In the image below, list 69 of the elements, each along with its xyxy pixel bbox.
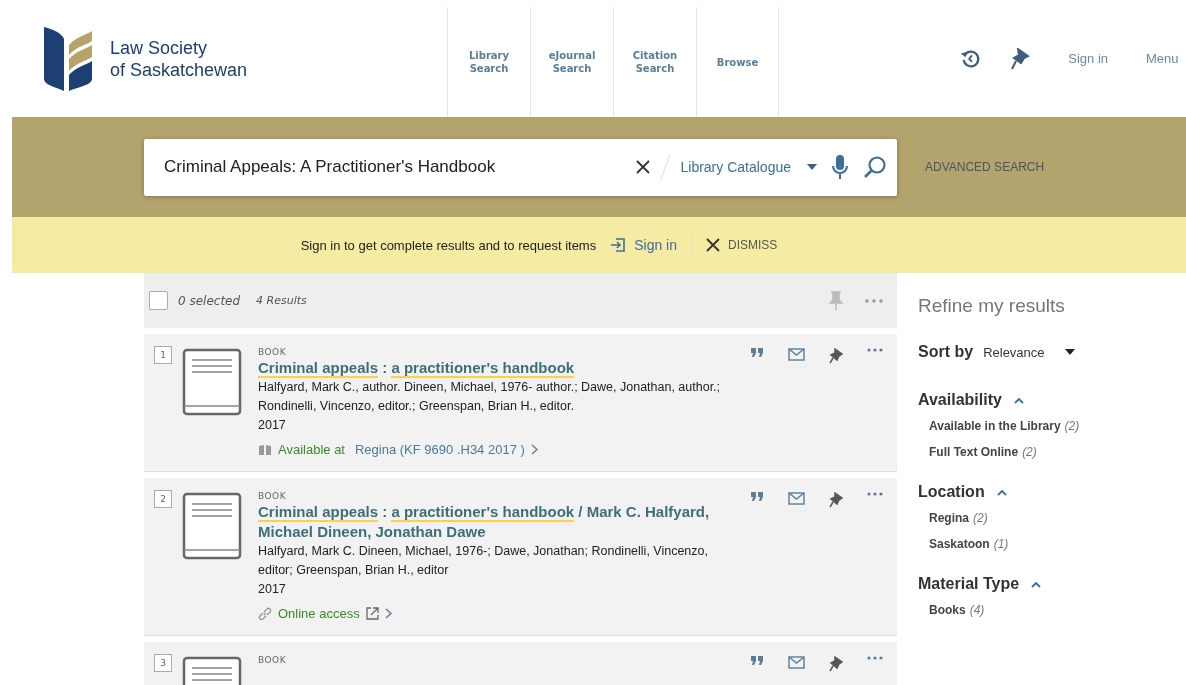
chevron-up-icon bbox=[1013, 396, 1024, 404]
more-icon[interactable] bbox=[867, 348, 883, 352]
email-icon[interactable] bbox=[788, 348, 805, 361]
pin-icon[interactable] bbox=[829, 656, 843, 672]
result-number: 3 bbox=[154, 654, 172, 672]
dismiss-button[interactable]: DISMISS bbox=[706, 238, 778, 252]
pin-icon[interactable] bbox=[829, 492, 843, 508]
more-icon[interactable] bbox=[867, 492, 883, 496]
pin-icon[interactable] bbox=[1010, 47, 1031, 70]
publication-year: 2017 bbox=[258, 581, 287, 598]
result-title-link[interactable]: Criminal appeals : a practitioner's handbook bbox=[258, 358, 741, 378]
chevron-up-icon bbox=[996, 488, 1007, 496]
material-type: BOOK bbox=[258, 346, 288, 358]
result-title-link[interactable]: Criminal appeals : a practitioner's handbook / Mark C. Halfyard, Michael Dineen, Jonathan Dawe bbox=[258, 502, 741, 542]
clear-icon[interactable] bbox=[635, 159, 652, 175]
more-icon[interactable] bbox=[867, 656, 883, 660]
pin-icon[interactable] bbox=[829, 348, 843, 364]
close-icon bbox=[706, 238, 720, 252]
organization-name: Law Society of Saskatchewan bbox=[110, 36, 248, 81]
publication-year: 2017 bbox=[258, 417, 287, 434]
chevron-up-icon bbox=[1031, 580, 1042, 588]
scope-dropdown[interactable]: Library Catalogue bbox=[680, 159, 817, 175]
facet-option[interactable]: Books (4) bbox=[929, 603, 1186, 617]
email-icon[interactable] bbox=[788, 492, 805, 505]
quote-icon[interactable] bbox=[751, 348, 764, 357]
menu-button[interactable]: Menu bbox=[1146, 51, 1186, 66]
facet-option[interactable]: Regina (2) bbox=[929, 511, 1186, 525]
book-icon bbox=[182, 348, 242, 416]
sign-in-link[interactable]: Sign in bbox=[1068, 51, 1108, 66]
more-icon[interactable] bbox=[865, 298, 883, 303]
availability-link[interactable]: Online access bbox=[258, 606, 741, 621]
sidebar-title: Refine my results bbox=[918, 295, 1066, 317]
email-icon[interactable] bbox=[788, 656, 805, 669]
quote-icon[interactable] bbox=[751, 492, 764, 501]
chevron-right-icon bbox=[384, 608, 392, 619]
sort-label: Sort by bbox=[918, 343, 974, 361]
select-all-checkbox[interactable] bbox=[149, 291, 168, 310]
facet-header[interactable]: Material Type bbox=[918, 575, 1186, 593]
result-number: 1 bbox=[154, 346, 172, 364]
availability-link[interactable]: Available at Regina (KF 9690 .H34 2017 ) bbox=[258, 442, 741, 457]
material-type: BOOK bbox=[258, 490, 288, 502]
shield-logo-icon bbox=[42, 24, 94, 93]
facet-header[interactable]: Location bbox=[918, 483, 1186, 501]
book-icon bbox=[182, 492, 242, 560]
authors-text: Halfyard, Mark C. Dineen, Michael, 1976-; Dawe, Jonathan; Rondinelli, Vincenzo, editor; Greenspan, Brian H., editor bbox=[258, 543, 709, 579]
notice-text: Sign in to get complete results and to request items bbox=[300, 237, 597, 253]
facet-option[interactable]: Saskatoon (1) bbox=[929, 537, 1186, 551]
sign-in-link[interactable]: Sign in bbox=[610, 237, 677, 253]
search-icon[interactable] bbox=[863, 155, 887, 179]
advanced-search-link[interactable]: ADVANCED SEARCH bbox=[925, 160, 1045, 174]
caret-icon bbox=[1064, 349, 1075, 355]
results-count: 4 Results bbox=[256, 294, 307, 307]
selected-count: 0 selected bbox=[178, 293, 241, 308]
material-type: BOOK bbox=[258, 654, 288, 666]
facet-option[interactable]: Available in the Library (2) bbox=[929, 419, 1186, 433]
sort-dropdown[interactable]: Relevance bbox=[983, 344, 1075, 360]
facet-header[interactable]: Availability bbox=[918, 391, 1186, 409]
external-link-icon bbox=[365, 607, 379, 620]
search-field[interactable]: Criminal Appeals: A Practitioner's Handbook bbox=[162, 156, 622, 178]
book-open-icon bbox=[258, 443, 272, 456]
authors-text: Halfyard, Mark C., author. Dineen, Michael, 1976- author.; Dawe, Jonathan, author.; Rondinelli, Vincenzo, editor.; Greenspan, Brian H., editor. bbox=[258, 379, 722, 415]
microphone-icon[interactable] bbox=[831, 154, 849, 180]
link-icon bbox=[258, 606, 272, 621]
caret-icon bbox=[807, 164, 817, 170]
facet-option[interactable]: Full Text Online (2) bbox=[929, 445, 1186, 459]
result-number: 2 bbox=[154, 490, 172, 508]
quote-icon[interactable] bbox=[751, 656, 764, 665]
sign-in-icon bbox=[610, 237, 627, 253]
chevron-right-icon bbox=[530, 444, 538, 455]
